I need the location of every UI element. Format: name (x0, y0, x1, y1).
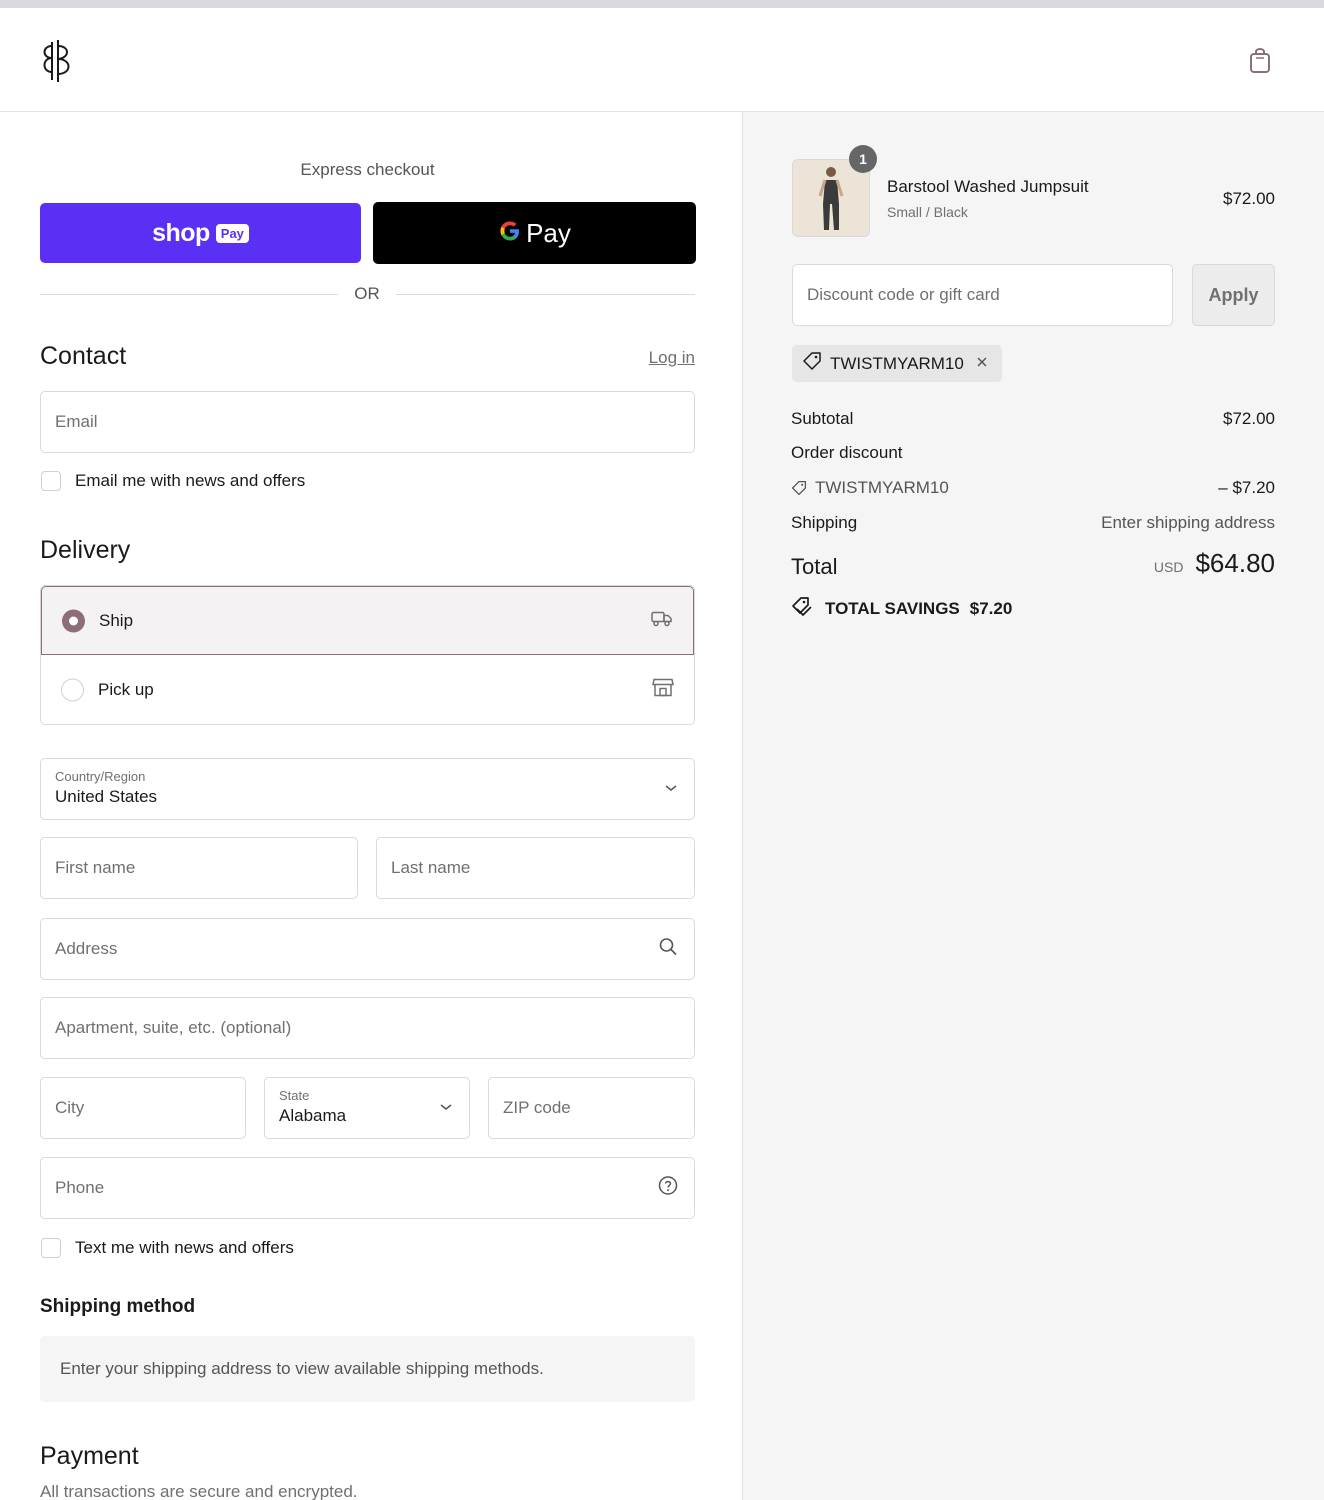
apartment-placeholder: Apartment, suite, etc. (optional) (55, 1018, 292, 1037)
state-select[interactable]: State Alabama (264, 1077, 470, 1139)
shipping-method-note-text: Enter your shipping address to view avai… (60, 1359, 544, 1378)
site-header (0, 8, 1324, 112)
country-value: United States (55, 787, 158, 806)
applied-discount-chip: TWISTMYARM10 (792, 345, 1002, 382)
chevron-down-icon (664, 780, 678, 798)
shipping-method-note: Enter your shipping address to view avai… (40, 1336, 695, 1402)
discount-code-placeholder: Discount code or gift card (807, 285, 1000, 304)
applied-discount-code: TWISTMYARM10 (830, 353, 964, 373)
shipping-value: Enter shipping address (1101, 513, 1275, 532)
country-select[interactable]: Country/Region United States (40, 758, 695, 820)
shopping-bag-icon[interactable] (1247, 46, 1273, 74)
delivery-option-pickup[interactable]: Pick up (41, 655, 694, 724)
discount-code-input[interactable]: Discount code or gift card (792, 264, 1173, 326)
subtotal-value: $72.00 (1223, 409, 1275, 428)
google-pay-button[interactable]: Pay (373, 202, 696, 264)
address-placeholder: Address (55, 939, 118, 958)
product-price: $72.00 (1223, 189, 1275, 208)
state-value: Alabama (279, 1106, 347, 1125)
contact-heading: Contact (40, 342, 127, 370)
browser-top-bar (0, 0, 1324, 8)
payment-heading: Payment (40, 1442, 139, 1470)
email-placeholder: Email (55, 412, 98, 431)
tag-icon (791, 480, 807, 496)
savings-value: $7.20 (969, 598, 1013, 618)
tag-icon (802, 351, 822, 376)
shop-pay-button[interactable]: shop Pay (40, 203, 361, 263)
email-field[interactable]: Email (40, 391, 695, 453)
google-g-icon (498, 219, 522, 248)
discount-code-line: TWISTMYARM10 (791, 478, 949, 498)
express-checkout-label: Express checkout (300, 160, 435, 179)
quantity-badge: 1 (849, 145, 877, 173)
city-placeholder: City (55, 1098, 85, 1117)
shop-pay-tag: Pay (215, 223, 249, 243)
shipping-method-heading: Shipping method (40, 1296, 196, 1317)
or-text: OR (354, 284, 380, 303)
pickup-radio[interactable] (61, 678, 84, 701)
phone-placeholder: Phone (55, 1178, 105, 1197)
total-amount-group: USD $64.80 (1154, 548, 1275, 579)
state-label: State (279, 1088, 310, 1103)
currency-code: USD (1153, 559, 1184, 575)
shipping-label: Shipping (791, 513, 858, 532)
pickup-label: Pick up (98, 679, 154, 699)
shop-pay-word: shop (152, 218, 210, 247)
or-divider: OR (40, 284, 695, 304)
subtotal-label: Subtotal (791, 409, 854, 428)
product-variant: Small / Black (887, 204, 968, 220)
search-icon (658, 937, 678, 962)
brand-monogram-icon[interactable] (40, 38, 74, 84)
savings-tag-icon (791, 596, 813, 621)
first-name-field[interactable]: First name (40, 837, 358, 899)
total-label: Total (791, 554, 838, 579)
divider-line-right (396, 294, 695, 295)
total-row: Total USD $64.80 (791, 548, 1275, 584)
help-circle-icon[interactable] (658, 1176, 678, 1201)
email-news-checkbox-row[interactable]: Email me with news and offers (41, 471, 305, 491)
apartment-field[interactable]: Apartment, suite, etc. (optional) (40, 997, 695, 1059)
delivery-options: Ship Pick up (40, 585, 695, 725)
shipping-row: Shipping Enter shipping address (791, 513, 1275, 537)
chevron-down-icon (439, 1099, 453, 1117)
ship-radio[interactable] (62, 609, 85, 632)
text-news-checkbox[interactable] (41, 1238, 61, 1258)
total-savings: TOTAL SAVINGS $7.20 (791, 596, 1012, 621)
email-news-label: Email me with news and offers (75, 471, 306, 490)
text-news-label: Text me with news and offers (75, 1238, 294, 1257)
discount-code-row: TWISTMYARM10 – $7.20 (791, 478, 1275, 502)
savings-label: TOTAL SAVINGS (825, 598, 960, 618)
zip-field[interactable]: ZIP code (488, 1077, 695, 1139)
discount-value: – $7.20 (1218, 478, 1275, 497)
checkout-form-column: Express checkout shop Pay Pay OR Contact… (0, 112, 742, 1500)
phone-field[interactable]: Phone (40, 1157, 695, 1219)
store-icon (652, 677, 674, 702)
last-name-placeholder: Last name (391, 858, 471, 877)
order-summary-column: 1 Barstool Washed Jumpsuit Small / Black… (742, 112, 1324, 1500)
country-label: Country/Region (55, 769, 146, 784)
delivery-option-ship[interactable]: Ship (41, 586, 694, 655)
address-field[interactable]: Address (40, 918, 695, 980)
google-pay-word: Pay (526, 217, 571, 248)
discount-code-line-text: TWISTMYARM10 (815, 478, 949, 497)
divider-line-left (40, 294, 338, 295)
subtotal-row: Subtotal $72.00 (791, 409, 1275, 433)
last-name-field[interactable]: Last name (376, 837, 695, 899)
close-icon[interactable] (976, 355, 988, 373)
city-field[interactable]: City (40, 1077, 246, 1139)
email-news-checkbox[interactable] (41, 471, 61, 491)
first-name-placeholder: First name (55, 858, 136, 877)
payment-subtext: All transactions are secure and encrypte… (40, 1482, 358, 1500)
truck-icon (651, 609, 673, 632)
product-name: Barstool Washed Jumpsuit (887, 177, 1089, 196)
text-news-checkbox-row[interactable]: Text me with news and offers (41, 1238, 294, 1258)
zip-placeholder: ZIP code (503, 1098, 571, 1117)
ship-label: Ship (99, 610, 134, 630)
delivery-heading: Delivery (40, 536, 131, 564)
order-discount-label: Order discount (791, 443, 903, 462)
apply-discount-button[interactable]: Apply (1192, 264, 1275, 326)
login-link[interactable]: Log in (620, 348, 695, 368)
order-discount-row: Order discount (791, 443, 1275, 467)
total-value: $64.80 (1195, 548, 1275, 578)
